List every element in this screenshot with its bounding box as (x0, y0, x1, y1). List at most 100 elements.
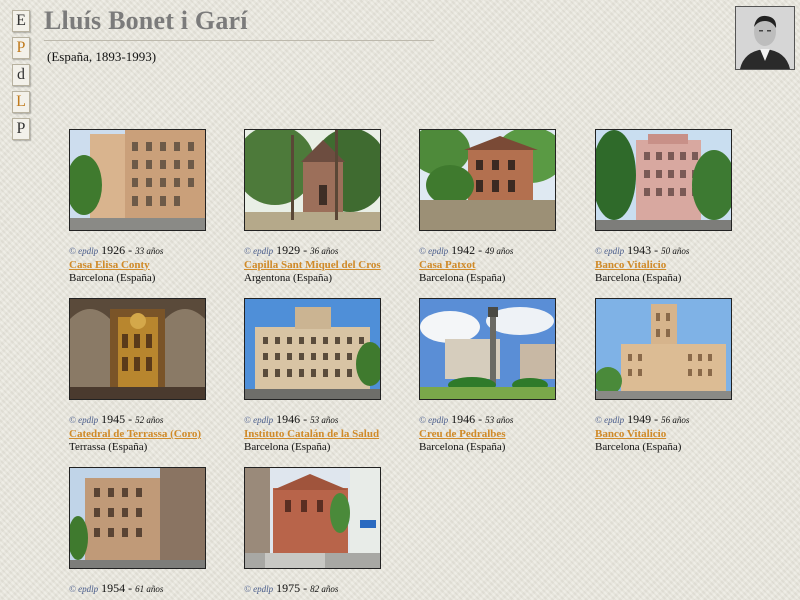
architect-age: 56 años (661, 415, 690, 425)
work-thumbnail[interactable] (419, 298, 556, 400)
work-card: © epdlp 1943 - 50 años Banco Vitalicio B… (595, 129, 770, 285)
work-meta: © epdlp 1946 - 53 años (244, 413, 419, 427)
building-photo (70, 130, 205, 230)
work-link[interactable]: Catedral de Terrassa (Coro) (69, 428, 244, 441)
work-card: © epdlp 1926 - 33 años Casa Elisa Conty … (69, 129, 244, 285)
copyright-label: © epdlp (69, 415, 99, 425)
work-card: © epdlp 1954 - 61 años (69, 467, 244, 596)
work-thumbnail[interactable] (244, 298, 381, 400)
nav-letter-l[interactable]: L (12, 91, 30, 113)
work-thumbnail[interactable] (595, 129, 732, 231)
work-thumbnail[interactable] (595, 298, 732, 400)
work-meta: © epdlp 1942 - 49 años (419, 244, 594, 258)
page-subtitle: (España, 1893-1993) (47, 49, 157, 64)
work-card: © epdlp 1946 - 53 años Creu de Pedralbes… (419, 298, 594, 454)
work-link[interactable]: Instituto Catalán de la Salud (244, 428, 419, 441)
work-year: 1942 (451, 243, 476, 257)
work-year: 1943 (627, 243, 652, 257)
work-location: Barcelona (España) (419, 272, 506, 284)
copyright-label: © epdlp (244, 415, 274, 425)
work-location: Terrassa (España) (69, 441, 148, 453)
copyright-label: © epdlp (595, 246, 625, 256)
page-title: Lluís Bonet i Garí (44, 6, 248, 35)
meta-separator: - (128, 581, 133, 595)
work-year: 1949 (627, 412, 652, 426)
meta-separator: - (478, 412, 483, 426)
meta-separator: - (303, 412, 308, 426)
copyright-label: © epdlp (419, 415, 449, 425)
copyright-label: © epdlp (419, 246, 449, 256)
work-location: Barcelona (España) (244, 441, 331, 453)
work-meta: © epdlp 1949 - 56 años (595, 413, 770, 427)
work-meta: © epdlp 1926 - 33 años (69, 244, 244, 258)
copyright-label: © epdlp (244, 246, 274, 256)
meta-separator: - (478, 243, 483, 257)
copyright-label: © epdlp (244, 584, 274, 594)
architect-age: 82 años (310, 584, 339, 594)
work-thumbnail[interactable] (69, 298, 206, 400)
title-divider (44, 40, 434, 41)
work-location: Barcelona (España) (595, 441, 682, 453)
work-meta: © epdlp 1954 - 61 años (69, 582, 244, 596)
nav-letter-p[interactable]: P (12, 37, 30, 59)
architect-age: 50 años (661, 246, 690, 256)
work-year: 1954 (101, 581, 126, 595)
work-link[interactable]: Casa Patxot (419, 259, 594, 272)
work-thumbnail[interactable] (244, 129, 381, 231)
building-photo (245, 468, 380, 568)
architect-age: 49 años (485, 246, 514, 256)
architect-age: 36 años (310, 246, 339, 256)
work-meta: © epdlp 1975 - 82 años (244, 582, 419, 596)
work-meta: © epdlp 1946 - 53 años (419, 413, 594, 427)
work-card: © epdlp 1942 - 49 años Casa Patxot Barce… (419, 129, 594, 285)
work-year: 1929 (276, 243, 301, 257)
building-photo (596, 299, 731, 399)
meta-separator: - (303, 581, 308, 595)
work-card: © epdlp 1946 - 53 años Instituto Catalán… (244, 298, 419, 454)
building-photo (70, 468, 205, 568)
building-photo (245, 130, 380, 230)
work-card: © epdlp 1975 - 82 años (244, 467, 419, 596)
work-year: 1946 (451, 412, 476, 426)
architect-age: 53 años (485, 415, 514, 425)
building-photo (70, 299, 205, 399)
meta-separator: - (654, 412, 659, 426)
work-thumbnail[interactable] (69, 129, 206, 231)
nav-letter-p-2[interactable]: P (12, 118, 30, 140)
work-meta: © epdlp 1945 - 52 años (69, 413, 244, 427)
work-meta: © epdlp 1929 - 36 años (244, 244, 419, 258)
nav-letter-e[interactable]: E (12, 10, 30, 32)
work-thumbnail[interactable] (69, 467, 206, 569)
building-photo (420, 130, 555, 230)
work-thumbnail[interactable] (419, 129, 556, 231)
work-location: Argentona (España) (244, 272, 333, 284)
work-card: © epdlp 1949 - 56 años Banco Vitalicio B… (595, 298, 770, 454)
work-card: © epdlp 1945 - 52 años Catedral de Terra… (69, 298, 244, 454)
architect-age: 53 años (310, 415, 339, 425)
work-location: Barcelona (España) (419, 441, 506, 453)
work-link[interactable]: Capilla Sant Miquel del Cros (244, 259, 419, 272)
copyright-label: © epdlp (69, 584, 99, 594)
copyright-label: © epdlp (69, 246, 99, 256)
meta-separator: - (128, 412, 133, 426)
work-year: 1945 (101, 412, 126, 426)
work-link[interactable]: Creu de Pedralbes (419, 428, 594, 441)
work-year: 1946 (276, 412, 301, 426)
architect-age: 61 años (135, 584, 164, 594)
work-year: 1975 (276, 581, 301, 595)
work-thumbnail[interactable] (244, 467, 381, 569)
work-meta: © epdlp 1943 - 50 años (595, 244, 770, 258)
work-link[interactable]: Banco Vitalicio (595, 259, 770, 272)
work-card: © epdlp 1929 - 36 años Capilla Sant Miqu… (244, 129, 419, 285)
building-photo (245, 299, 380, 399)
nav-letter-d[interactable]: d (12, 64, 30, 86)
architect-portrait (735, 6, 795, 70)
building-photo (596, 130, 731, 230)
side-nav: E P d L P (12, 10, 30, 145)
building-photo (420, 299, 555, 399)
architect-age: 52 años (135, 415, 164, 425)
work-link[interactable]: Casa Elisa Conty (69, 259, 244, 272)
copyright-label: © epdlp (595, 415, 625, 425)
portrait-image (736, 7, 794, 69)
work-link[interactable]: Banco Vitalicio (595, 428, 770, 441)
